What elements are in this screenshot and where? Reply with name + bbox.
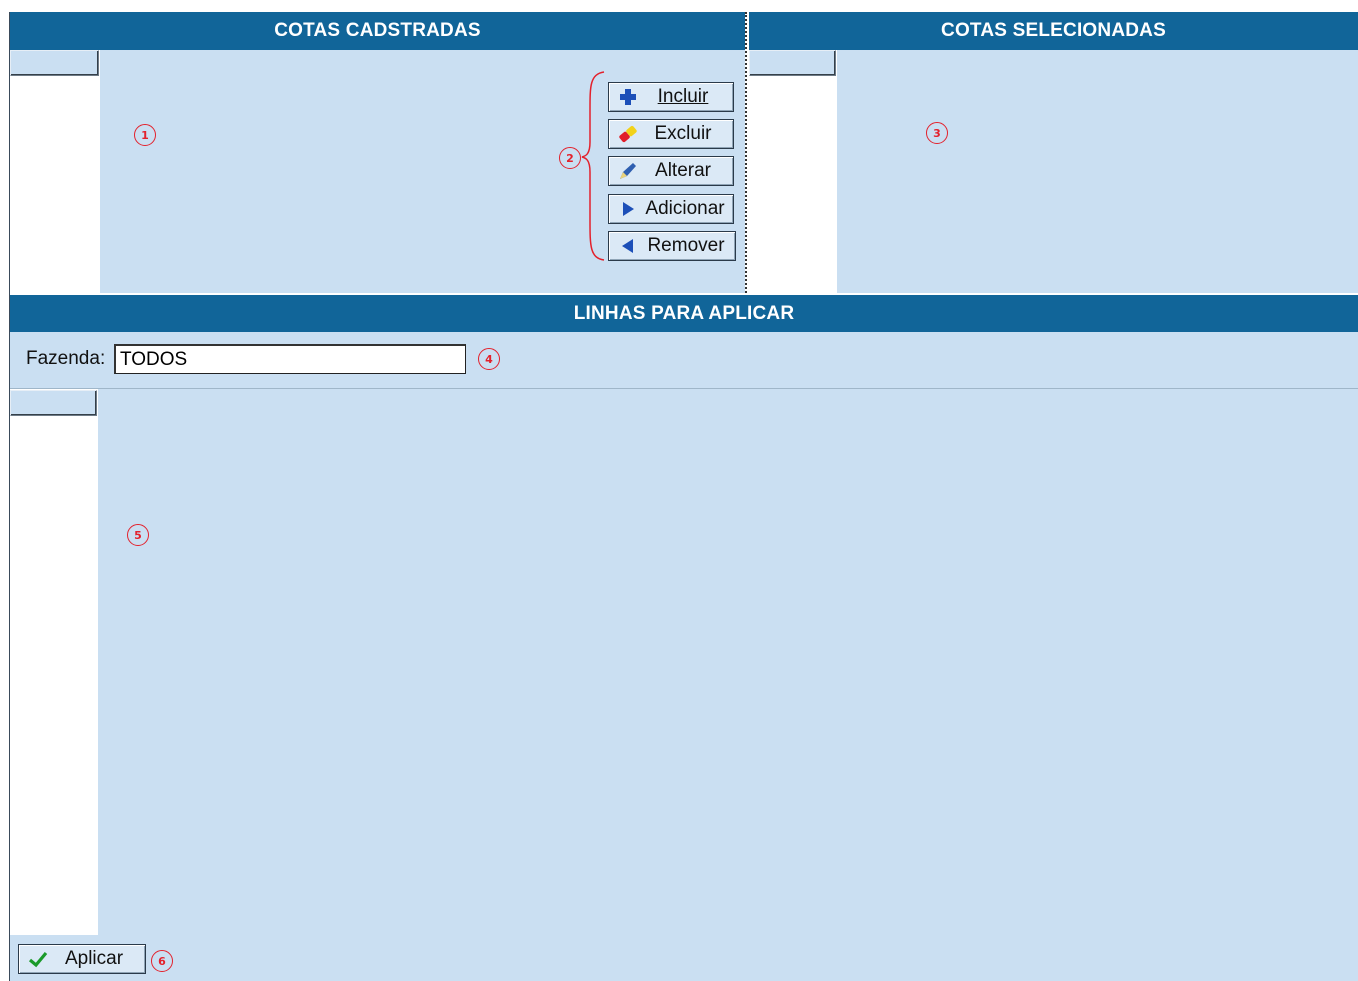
marker-2: 2 [559,147,581,169]
cotas-cadastradas-grid-corner[interactable] [10,50,99,76]
window-edge [9,12,10,981]
fazenda-input[interactable] [114,344,466,374]
linhas-para-aplicar-header: LINHAS PARA APLICAR [10,295,1358,332]
aplicar-label: Aplicar [64,948,124,969]
arrow-left-icon [617,235,639,257]
alterar-button[interactable]: Alterar [608,156,734,186]
brace-icon [581,71,605,261]
alterar-label: Alterar [655,160,711,181]
arrow-right-icon [617,198,639,220]
cotas-selecionadas-grid-corner[interactable] [749,50,836,76]
remover-label: Remover [647,235,725,256]
adicionar-label: Adicionar [645,198,725,219]
pencil-icon [617,160,639,182]
vertical-splitter[interactable] [745,12,748,293]
aplicar-button[interactable]: Aplicar [18,944,146,974]
cotas-cadastradas-header: COTAS CADSTRADAS [10,12,745,50]
check-icon [27,948,49,970]
remover-button[interactable]: Remover [608,231,736,261]
eraser-icon [617,123,639,145]
cotas-cadastradas-grid-indicator[interactable] [10,50,100,293]
incluir-button[interactable]: Incluir [608,82,734,112]
marker-3: 3 [926,122,948,144]
linhas-grid-indicator[interactable] [10,389,98,935]
fazenda-label: Fazenda: [26,348,106,369]
incluir-label: Incluir [657,86,709,107]
cotas-cadastradas-title: COTAS CADSTRADAS [274,20,481,41]
plus-icon [617,86,639,108]
excluir-button[interactable]: Excluir [608,119,734,149]
adicionar-button[interactable]: Adicionar [608,194,734,224]
marker-5: 5 [127,524,149,546]
cotas-selecionadas-title: COTAS SELECIONADAS [941,20,1166,41]
marker-4: 4 [478,348,500,370]
linhas-grid[interactable] [98,389,1358,935]
cotas-selecionadas-header: COTAS SELECIONADAS [749,12,1358,50]
bottom-bar [10,935,1358,981]
linhas-grid-corner[interactable] [10,390,97,416]
marker-1: 1 [134,124,156,146]
excluir-label: Excluir [654,123,712,144]
cotas-selecionadas-grid-indicator[interactable] [749,50,837,293]
linhas-para-aplicar-title: LINHAS PARA APLICAR [573,302,795,324]
cotas-selecionadas-grid[interactable] [837,50,1358,293]
marker-6: 6 [151,950,173,972]
